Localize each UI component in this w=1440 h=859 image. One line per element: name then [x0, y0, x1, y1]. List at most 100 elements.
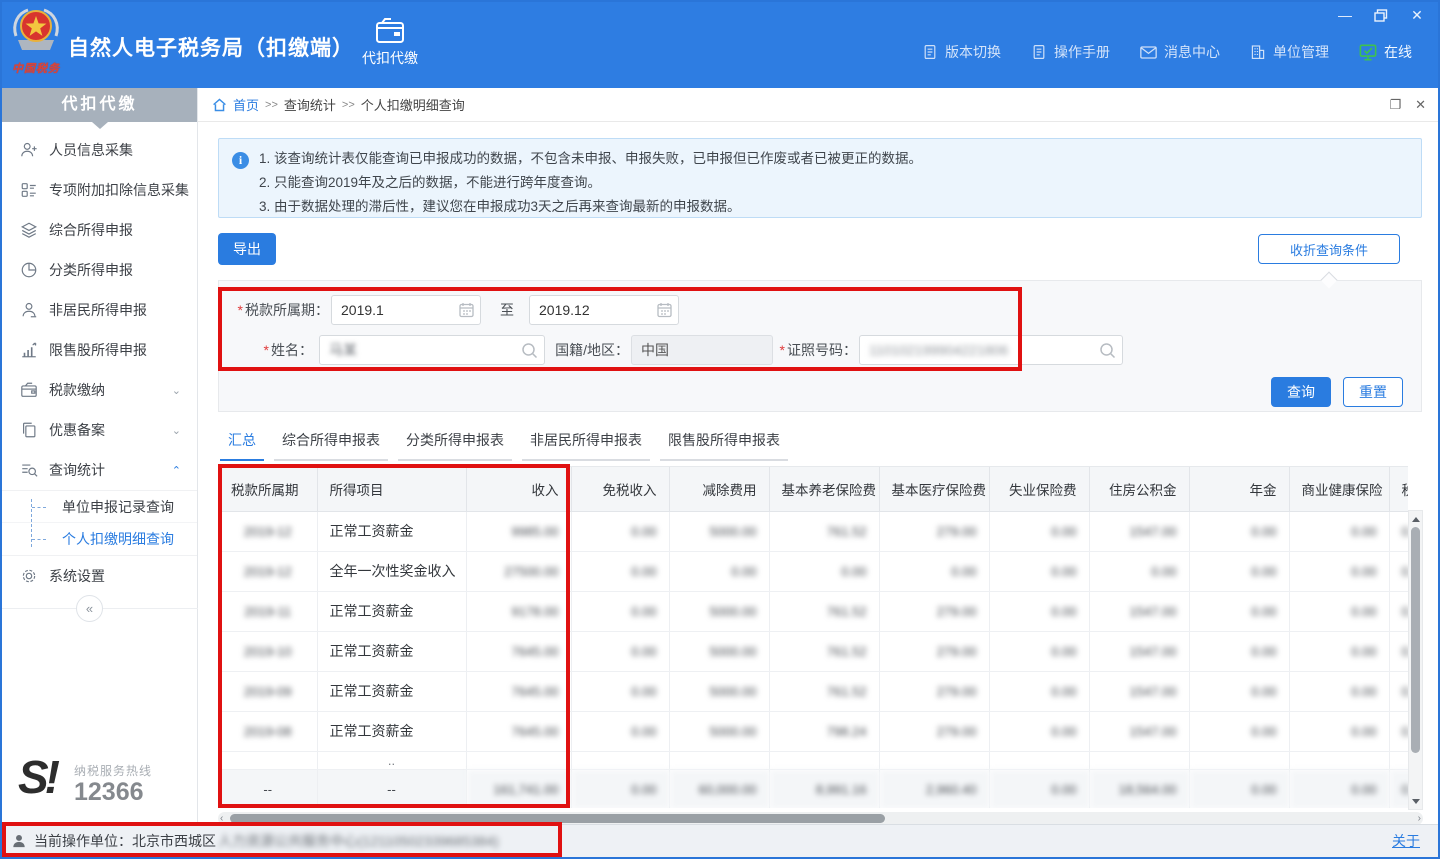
name-input[interactable]: 马某: [319, 335, 545, 365]
restore-icon[interactable]: [1368, 4, 1394, 26]
cell-value: 0.00: [1289, 511, 1389, 551]
cell-value: 0.00: [879, 551, 989, 591]
cell-value: 5000.00: [669, 511, 769, 551]
pane-restore-icon[interactable]: ❐: [1389, 97, 1401, 113]
period-to-input[interactable]: 2019.12: [529, 295, 679, 325]
header-nav-4[interactable]: 单位管理: [1250, 42, 1329, 62]
export-button[interactable]: 导出: [218, 233, 276, 265]
cell-period: 2019-11: [219, 591, 317, 631]
table-row-5[interactable]: 2019-09正常工资薪金7645.000.005000.00761.52279…: [219, 671, 1408, 711]
pane-close-icon[interactable]: ✕: [1415, 97, 1426, 113]
table-row-6[interactable]: 2019-08正常工资薪金7645.000.005000.00798.24279…: [219, 711, 1408, 751]
cell-value: 0.00: [989, 551, 1089, 591]
breadcrumb-separator: >>: [265, 99, 278, 111]
cell-value: 5000.00: [669, 591, 769, 631]
national-emblem-icon: [10, 6, 62, 62]
sidebar-item-2[interactable]: 专项附加扣除信息采集: [2, 170, 197, 210]
table-row-2[interactable]: 2019-12全年一次性奖金收入27500.000.000.000.000.00…: [219, 551, 1408, 591]
sidebar-item-7[interactable]: 税款缴纳⌄: [2, 370, 197, 410]
name-value: 马某: [329, 340, 357, 360]
period-from-input[interactable]: 2019.1: [331, 295, 481, 325]
wallet-icon: [375, 18, 405, 44]
about-link[interactable]: 关于: [1392, 831, 1420, 851]
cell-value: 0.00: [571, 769, 669, 808]
cell-income-item: 正常工资薪金: [317, 631, 466, 671]
cell-value: 1547.00: [1089, 671, 1189, 711]
search-icon[interactable]: [521, 342, 538, 359]
cell-value: 0.00: [1389, 631, 1408, 671]
horizontal-scroll-thumb[interactable]: [230, 814, 885, 823]
home-icon[interactable]: [212, 98, 227, 112]
cell-value: 0.00: [989, 631, 1089, 671]
collapse-query-button[interactable]: 收折查询条件: [1258, 234, 1400, 264]
breadcrumb: 首页 >> 查询统计 >> 个人扣缴明细查询 ❐ ✕: [198, 88, 1438, 122]
tab-5[interactable]: 限售股所得申报表: [660, 426, 788, 461]
cell-period: 2019-12: [219, 511, 317, 551]
cell-value: 2,960.40: [879, 769, 989, 808]
query-button[interactable]: 查询: [1271, 377, 1331, 407]
cell-value: 761.52: [769, 511, 879, 551]
reset-button[interactable]: 重置: [1343, 377, 1403, 407]
table-total-row[interactable]: ----161,741.000.0060,000.008,991.162,960…: [219, 769, 1408, 808]
period-label: *税款所属期：: [223, 301, 329, 319]
nationality-label: 国籍/地区：: [555, 341, 629, 359]
period-to-value: 2019.12: [539, 302, 590, 318]
sidebar-collapse-button[interactable]: «: [76, 595, 103, 622]
sidebar-subitem-2[interactable]: 个人扣缴明细查询: [2, 523, 197, 555]
cell-value: 0.00: [1189, 769, 1289, 808]
vertical-scrollbar[interactable]: [1408, 510, 1423, 810]
sidebar-item-9[interactable]: 查询统计⌃: [2, 450, 197, 490]
sidebar-item-3[interactable]: 综合所得申报: [2, 210, 197, 250]
close-icon[interactable]: ✕: [1404, 4, 1430, 26]
result-table: 税款所属期所得项目收入免税收入减除费用基本养老保险费基本医疗保险费失业保险费住房…: [219, 467, 1408, 808]
hotline-number: 12366: [74, 778, 144, 807]
header-nav-2[interactable]: 操作手册: [1031, 42, 1110, 62]
cell-period: 2019-10: [219, 631, 317, 671]
table-row-3[interactable]: 2019-11正常工资薪金9178.000.005000.00761.52279…: [219, 591, 1408, 631]
scroll-left-icon[interactable]: ‹: [220, 813, 223, 824]
module-tab-withholding[interactable]: 代扣代缴: [352, 18, 428, 68]
scroll-up-icon[interactable]: [1409, 512, 1422, 525]
nationality-value: 中国: [641, 340, 669, 360]
result-tabs: 汇总综合所得申报表分类所得申报表非居民所得申报表限售股所得申报表: [220, 426, 788, 461]
search-icon[interactable]: [1099, 342, 1116, 359]
scroll-down-icon[interactable]: [1409, 795, 1422, 808]
cell-value: 0.00: [1189, 511, 1289, 551]
sidebar-subitem-1[interactable]: 单位申报记录查询: [2, 491, 197, 523]
scroll-right-icon[interactable]: ›: [1418, 813, 1421, 824]
cell-value: 7645.00: [466, 711, 571, 751]
sidebar-item-1[interactable]: 人员信息采集: [2, 130, 197, 170]
tab-2[interactable]: 综合所得申报表: [274, 426, 388, 461]
cell-empty: [1189, 751, 1289, 769]
minimize-icon[interactable]: —: [1332, 4, 1358, 26]
header-nav-3[interactable]: 消息中心: [1140, 42, 1220, 62]
id-number-input[interactable]: 110102199904221806: [859, 335, 1123, 365]
tab-4[interactable]: 非居民所得申报表: [522, 426, 650, 461]
cell-period: 2019-08: [219, 711, 317, 751]
hotline-caption: 纳税服务热线: [74, 762, 152, 779]
table-row-4[interactable]: 2019-10正常工资薪金7645.000.005000.00761.52279…: [219, 631, 1408, 671]
cell-value: 1547.00: [1089, 711, 1189, 751]
cell-value: 0.00: [989, 711, 1089, 751]
header-nav-1[interactable]: 版本切换: [922, 42, 1001, 62]
table-row-1[interactable]: 2019-12正常工资薪金9985.000.005000.00761.52279…: [219, 511, 1408, 551]
sidebar: 代扣代缴 人员信息采集专项附加扣除信息采集综合所得申报分类所得申报非居民所得申报…: [2, 88, 198, 824]
sidebar-item-6[interactable]: 限售股所得申报: [2, 330, 197, 370]
mail-icon: [1140, 45, 1157, 60]
column-header-7: 基本医疗保险费: [879, 467, 989, 511]
calendar-icon[interactable]: [657, 302, 672, 318]
vertical-scroll-thumb[interactable]: [1411, 527, 1420, 753]
header-nav-5[interactable]: 在线: [1359, 42, 1412, 62]
sidebar-item-5[interactable]: 非居民所得申报: [2, 290, 197, 330]
breadcrumb-home[interactable]: 首页: [233, 95, 259, 114]
notice-line-1: 1. 该查询统计表仅能查询已申报成功的数据，不包含未申报、申报失败，已申报但已作…: [259, 147, 1411, 171]
sidebar-item-10[interactable]: 系统设置: [2, 556, 197, 596]
tab-3[interactable]: 分类所得申报表: [398, 426, 512, 461]
sidebar-item-8[interactable]: 优惠备案⌄: [2, 410, 197, 450]
tab-1[interactable]: 汇总: [220, 426, 264, 461]
calendar-icon[interactable]: [459, 302, 474, 318]
column-header-1: 税款所属期: [219, 467, 317, 511]
cell-empty: [466, 751, 571, 769]
sidebar-item-4[interactable]: 分类所得申报: [2, 250, 197, 290]
header-nav-label: 消息中心: [1164, 42, 1220, 62]
